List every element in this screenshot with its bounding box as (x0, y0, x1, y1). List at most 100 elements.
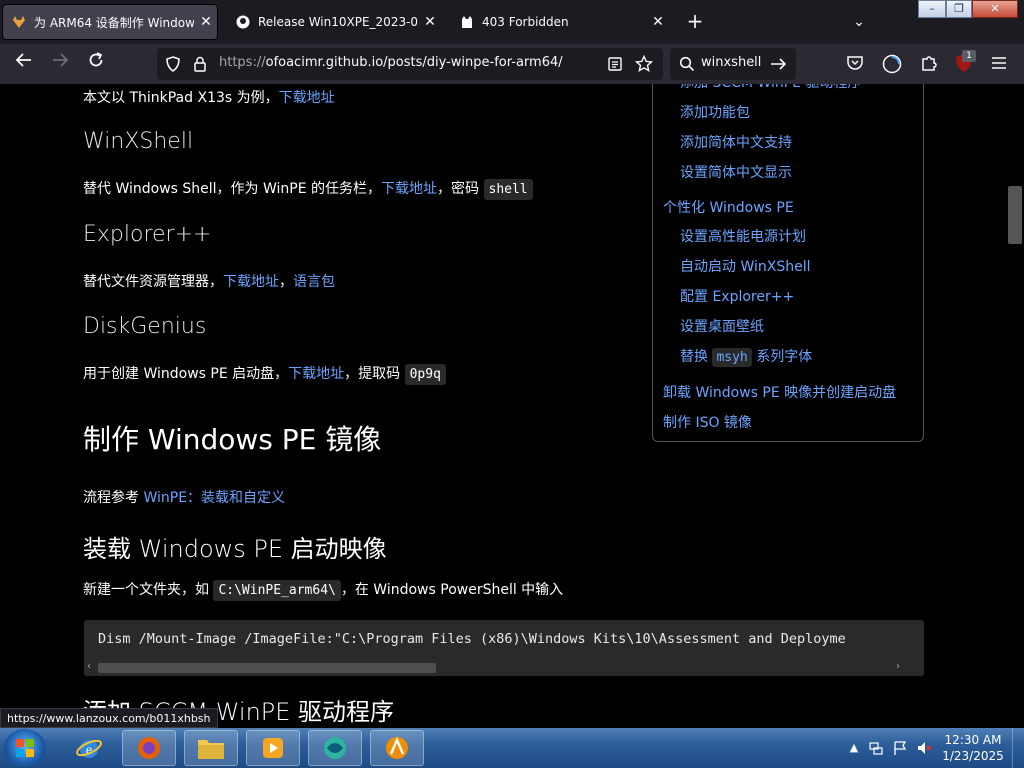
firefox-icon[interactable] (122, 730, 176, 766)
reader-view-icon[interactable] (607, 56, 623, 76)
restore-button[interactable]: ❐ (946, 0, 972, 18)
flow-paragraph: 流程参考 WinPE：装载和自定义 (83, 487, 285, 507)
diskgenius-heading: DiskGenius (83, 314, 207, 339)
toc-item-high-performance-power[interactable]: 设置高性能电源计划 (680, 226, 806, 246)
intro-download-link[interactable]: 下载地址 (279, 90, 335, 106)
close-tab-icon[interactable]: ✕ (418, 14, 442, 30)
svg-text:e: e (86, 743, 92, 758)
explorer-heading: Explorer++ (83, 222, 212, 247)
search-go-arrow-icon[interactable] (770, 56, 788, 76)
account-sync-icon[interactable] (882, 54, 902, 78)
toc-item-set-chinese-display[interactable]: 设置简体中文显示 (680, 162, 792, 182)
toc-item-make-iso[interactable]: 制作 ISO 镜像 (663, 412, 752, 432)
winpe-app-icon[interactable] (370, 730, 424, 766)
file-explorer-icon[interactable] (184, 730, 238, 766)
explorer-language-pack-link[interactable]: 语言包 (293, 274, 335, 290)
winxshell-text: 替代 Windows Shell，作为 WinPE 的任务栏， (83, 181, 382, 197)
list-all-tabs-button[interactable]: ⌄ (846, 10, 872, 34)
toc-item-set-wallpaper[interactable]: 设置桌面壁纸 (680, 316, 764, 336)
back-button[interactable] (10, 50, 38, 78)
tab-release-win10xpe[interactable]: Release Win10XPE_2023-08-23 P ✕ (226, 4, 442, 40)
toc-item-autostart-winxshell[interactable]: 自动启动 WinXShell (680, 256, 811, 276)
table-of-contents: 添加 SCCM WinPE 驱动程序 添加功能包 添加简体中文支持 设置简体中文… (652, 84, 924, 442)
new-folder-suffix: ，在 Windows PowerShell 中输入 (340, 582, 564, 598)
pocket-icon[interactable] (846, 54, 864, 76)
system-clock[interactable]: 12:30 AM 1/23/2025 (938, 732, 1008, 764)
close-tab-icon[interactable]: ✕ (194, 14, 218, 30)
close-tab-icon[interactable]: ✕ (646, 14, 670, 30)
search-bar[interactable]: winxshell (670, 48, 796, 80)
new-tab-button[interactable]: + (682, 10, 708, 34)
explorer-download-link[interactable]: 下载地址 (223, 274, 279, 290)
winxshell-heading: WinXShell (83, 129, 194, 154)
scroll-right-arrow-icon[interactable]: › (896, 661, 900, 672)
tab-403-forbidden[interactable]: 403 Forbidden ✕ (450, 4, 670, 40)
cat-icon (460, 15, 474, 29)
toc-item-replace-msyh-fonts[interactable]: 替换 msyh 系列字体 (680, 346, 813, 367)
toc-item-configure-explorer[interactable]: 配置 Explorer++ (680, 286, 794, 306)
hamburger-menu-icon[interactable] (990, 55, 1008, 75)
diskgenius-text: 用于创建 Windows PE 启动盘， (83, 366, 289, 382)
code-horizontal-scrollbar[interactable]: ‹ › (84, 660, 924, 676)
toc-item-personalize-winpe[interactable]: 个性化 Windows PE (663, 197, 794, 217)
intro-paragraph: 本文以 ThinkPad X13s 为例，下载地址 (83, 87, 335, 107)
media-player-icon[interactable] (246, 730, 300, 766)
url-scheme: https:// (219, 55, 266, 70)
tab-title: 为 ARM64 设备制作 Windows P (34, 15, 194, 30)
toc-item-code: msyh (712, 348, 752, 367)
forward-arrow-icon (53, 53, 69, 67)
reload-button[interactable] (82, 50, 110, 78)
new-folder-text: 新建一个文件夹，如 (83, 582, 214, 598)
search-icon (679, 56, 695, 76)
minimize-button[interactable]: – (918, 0, 946, 18)
volume-muted-icon[interactable] (916, 740, 932, 756)
start-button[interactable] (4, 729, 46, 767)
toc-item-label: 系列字体 (751, 349, 813, 365)
intro-text: 本文以 ThinkPad X13s 为例， (83, 90, 279, 106)
code-scroll-thumb[interactable] (98, 663, 436, 673)
clock-time: 12:30 AM (944, 733, 1002, 747)
page-vertical-scrollbar[interactable] (1006, 84, 1024, 728)
show-desktop-button[interactable] (1012, 728, 1024, 768)
bookmark-star-icon[interactable] (634, 54, 654, 77)
close-window-button[interactable]: ✕ (972, 0, 1018, 18)
diskgenius-download-link[interactable]: 下载地址 (288, 366, 344, 382)
navigation-toolbar: https://ofoacimr.github.io/posts/diy-win… (0, 44, 1024, 84)
url-host-path: ofoacimr.github.io/posts/diy-winpe-for-a… (265, 55, 563, 70)
toc-item-add-sccm-drivers[interactable]: 添加 SCCM WinPE 驱动程序 (680, 84, 861, 92)
make-image-heading: 制作 Windows PE 镜像 (83, 423, 382, 456)
status-link-preview: https://www.lanzoux.com/b011xhbsh (0, 708, 218, 728)
tab-title: Release Win10XPE_2023-08-23 P (258, 15, 418, 29)
shield-icon[interactable] (165, 56, 181, 76)
winpe-customize-link[interactable]: WinPE：装载和自定义 (143, 490, 285, 506)
page-scroll-thumb[interactable] (1008, 186, 1022, 244)
network-icon[interactable] (868, 740, 884, 756)
address-bar[interactable]: https://ofoacimr.github.io/posts/diy-win… (157, 48, 663, 80)
explorer-separator: ， (279, 274, 293, 290)
toc-item-label: 替换 (680, 349, 713, 365)
clock-date: 1/23/2025 (942, 749, 1004, 763)
url-text[interactable]: https://ofoacimr.github.io/posts/diy-win… (219, 55, 563, 70)
lock-icon[interactable] (193, 56, 207, 76)
show-hidden-icons-icon[interactable]: ▲ (846, 740, 862, 756)
explorer-paragraph: 替代文件资源管理器，下载地址，语言包 (83, 271, 335, 291)
toc-item-unmount-and-create-boot-disk[interactable]: 卸载 Windows PE 映像并创建启动盘 (663, 382, 896, 402)
windows-taskbar: e ▲ 12:30 AM 1/23/2025 (0, 728, 1024, 768)
page-content: 本文以 ThinkPad X13s 为例，下载地址 WinXShell 替代 W… (0, 84, 1024, 728)
extension-badge: 1 (962, 50, 976, 62)
action-center-flag-icon[interactable] (892, 740, 908, 756)
tab-winpe-arm64[interactable]: 为 ARM64 设备制作 Windows P ✕ (2, 4, 218, 40)
explorer-text: 替代文件资源管理器， (83, 274, 223, 290)
toc-item-add-chinese-support[interactable]: 添加简体中文支持 (680, 132, 792, 152)
scroll-left-arrow-icon[interactable]: ‹ (87, 661, 91, 672)
flow-text: 流程参考 (83, 490, 144, 506)
winxshell-download-link[interactable]: 下载地址 (381, 181, 437, 197)
winxshell-app-icon[interactable] (308, 730, 362, 766)
extensions-puzzle-icon[interactable] (920, 54, 938, 76)
toc-item-add-feature-packages[interactable]: 添加功能包 (680, 102, 750, 122)
search-input[interactable]: winxshell (701, 55, 761, 70)
command-code-block[interactable]: Dism /Mount-Image /ImageFile:"C:\Program… (84, 620, 924, 676)
diskgenius-code-label: ，提取码 (344, 366, 405, 382)
internet-explorer-icon[interactable]: e (62, 730, 116, 766)
forward-button[interactable] (46, 50, 74, 78)
